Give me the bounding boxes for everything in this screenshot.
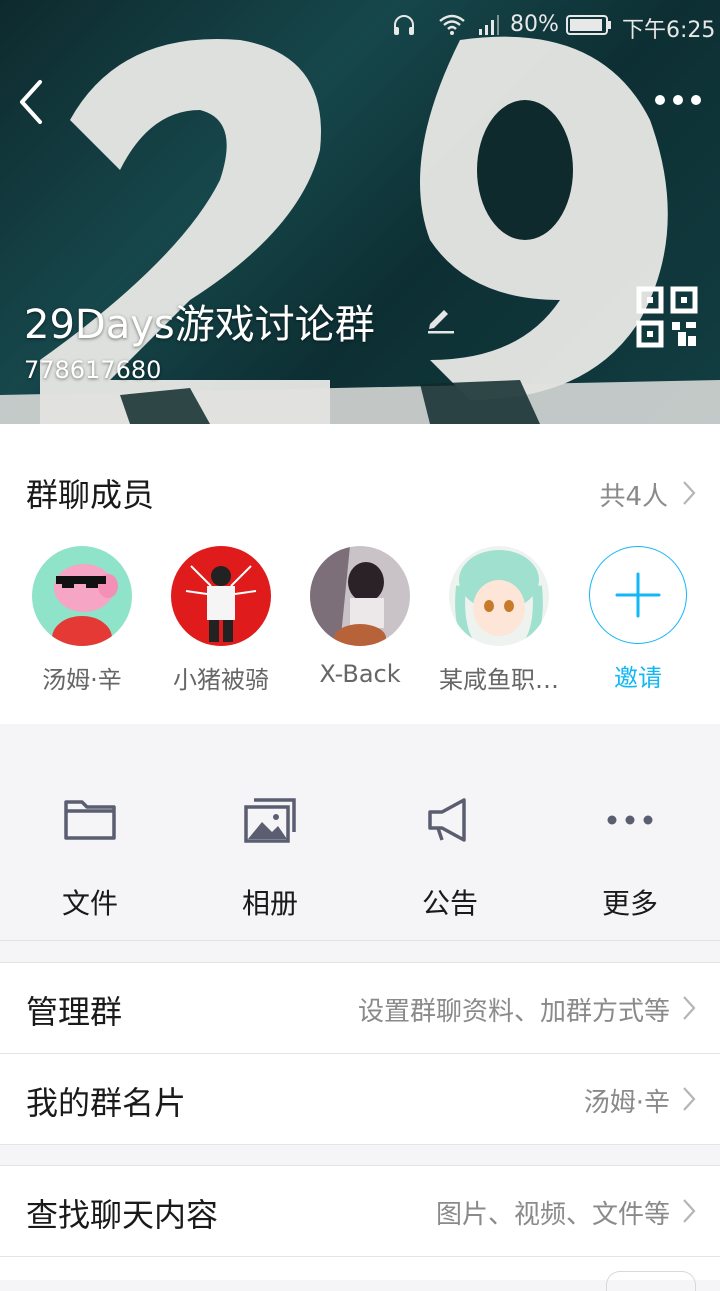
- avatar: [310, 546, 410, 646]
- more-button[interactable]: 更多: [540, 792, 720, 922]
- my-group-card-row[interactable]: 我的群名片 汤姆·辛: [0, 1054, 720, 1144]
- chevron-right-icon: [683, 1199, 696, 1223]
- manage-group-row[interactable]: 管理群 设置群聊资料、加群方式等: [0, 963, 720, 1053]
- album-button[interactable]: 相册: [180, 792, 360, 922]
- search-chat-row[interactable]: 查找聊天内容 图片、视频、文件等: [0, 1166, 720, 1256]
- quick-actions: 文件 相册 公告 更多: [0, 724, 720, 941]
- status-bar: 80% 下午6:25: [0, 0, 720, 52]
- clock: 下午6:25: [622, 18, 716, 43]
- members-section: 群聊成员 共4人 汤姆·辛 小猪被骑 X-Back 某咸鱼职… 邀请: [0, 424, 720, 725]
- member-item[interactable]: 小猪被骑: [151, 546, 291, 695]
- divider: [0, 1144, 720, 1145]
- more-icon: [607, 815, 653, 825]
- files-button[interactable]: 文件: [0, 792, 180, 922]
- manage-group-label: 管理群: [26, 993, 123, 1031]
- battery-percent: 80%: [510, 12, 559, 37]
- group-header: 80% 下午6:25 29Days游戏讨论群 778617680: [0, 0, 720, 424]
- album-icon: [244, 798, 296, 843]
- toggle-switch[interactable]: [606, 1271, 696, 1291]
- member-name: 某咸鱼职…: [439, 666, 559, 694]
- avatar: [32, 546, 132, 646]
- my-group-card-value: 汤姆·辛: [583, 1088, 670, 1118]
- folder-icon: [64, 800, 116, 840]
- avatar: [171, 546, 271, 646]
- next-row[interactable]: [0, 1257, 720, 1291]
- member-item[interactable]: 某咸鱼职…: [429, 546, 569, 695]
- members-title: 群聊成员: [26, 476, 155, 514]
- album-label: 相册: [241, 887, 298, 920]
- announcement-label: 公告: [421, 887, 478, 920]
- manage-group-hint: 设置群聊资料、加群方式等: [357, 997, 670, 1027]
- headphones-icon: [394, 15, 414, 35]
- announcement-button[interactable]: 公告: [360, 792, 540, 922]
- members-count-link[interactable]: 共4人: [599, 476, 668, 513]
- signal-icon: [479, 15, 499, 35]
- member-name: X-Back: [319, 660, 401, 688]
- add-member-icon: [589, 546, 687, 644]
- member-item[interactable]: X-Back: [290, 546, 430, 688]
- chevron-right-icon: [683, 481, 696, 505]
- wifi-icon: [439, 14, 465, 35]
- battery-icon: [566, 15, 611, 35]
- my-group-card-label: 我的群名片: [26, 1084, 187, 1122]
- member-name: 小猪被骑: [173, 666, 269, 694]
- more-options-button[interactable]: [652, 88, 704, 112]
- megaphone-icon: [428, 798, 466, 842]
- chevron-right-icon: [683, 1087, 696, 1111]
- chevron-right-icon: [683, 996, 696, 1020]
- qr-code-button[interactable]: [636, 286, 698, 348]
- edit-icon[interactable]: [424, 300, 458, 334]
- group-id: 778617680: [24, 356, 162, 384]
- files-label: 文件: [61, 887, 118, 920]
- member-item[interactable]: 汤姆·辛: [12, 546, 152, 695]
- group-name: 29Days游戏讨论群: [24, 302, 375, 348]
- member-name: 汤姆·辛: [42, 666, 122, 694]
- search-chat-label: 查找聊天内容: [26, 1196, 219, 1234]
- invite-label: 邀请: [614, 664, 662, 692]
- avatar: [449, 546, 549, 646]
- invite-button[interactable]: 邀请: [568, 546, 708, 693]
- back-button[interactable]: [14, 74, 54, 130]
- search-chat-hint: 图片、视频、文件等: [435, 1200, 670, 1230]
- more-label: 更多: [601, 887, 658, 920]
